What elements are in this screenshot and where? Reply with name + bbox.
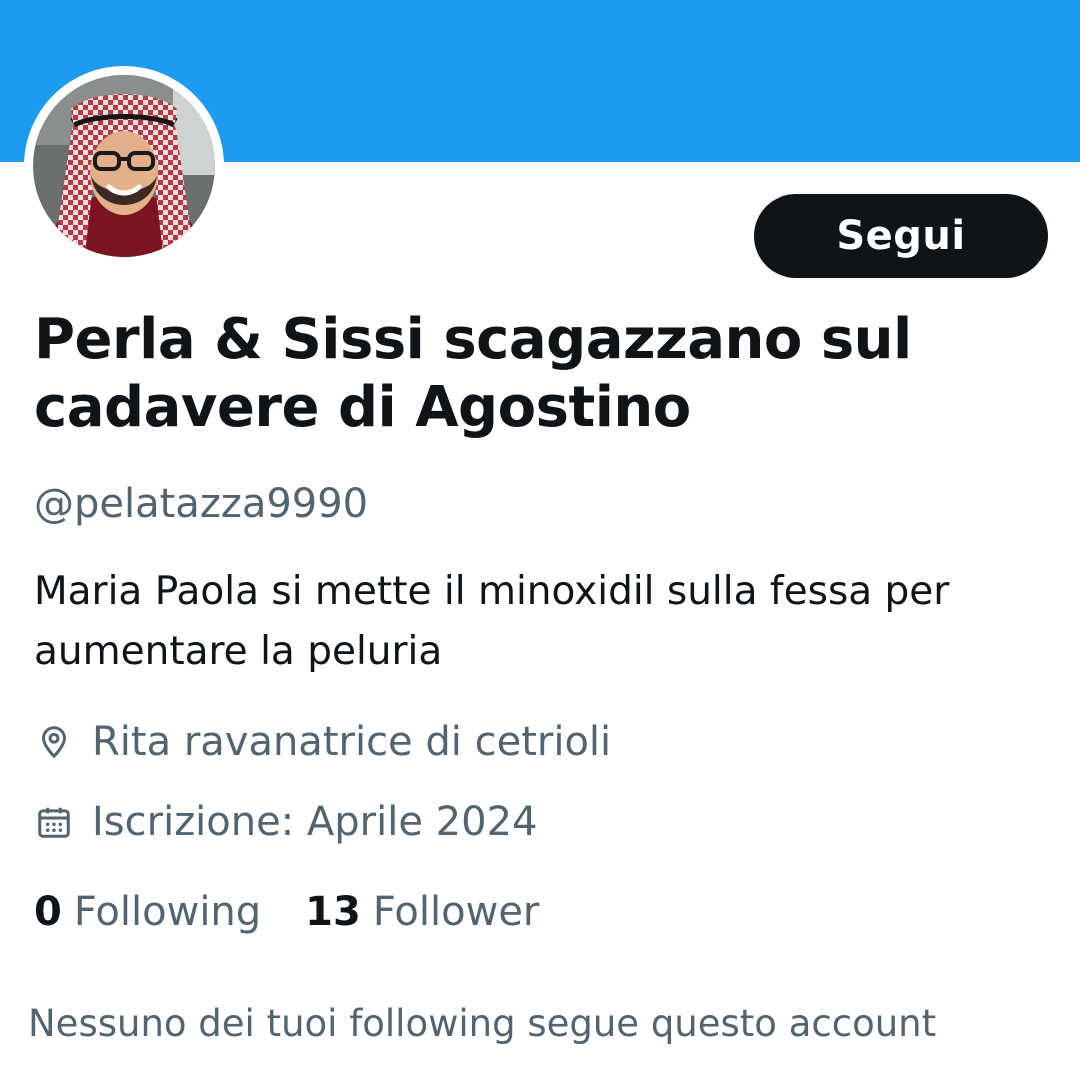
location-text: Rita ravanatrice di cetrioli: [92, 719, 612, 765]
followers-count: 13: [305, 889, 361, 935]
profile-stats: 0 Following 13 Follower: [34, 884, 539, 940]
display-name: Perla & Sissi scagazzano sul cadavere di…: [34, 307, 912, 440]
bio: Maria Paola si mette il minoxidil sulla …: [34, 569, 950, 674]
avatar-image: [33, 75, 215, 257]
location-row: Rita ravanatrice di cetrioli: [34, 716, 611, 768]
followers-label: Follower: [372, 889, 540, 935]
location-pin-icon: [34, 722, 74, 762]
following-count: 0: [34, 889, 62, 935]
follow-button[interactable]: Segui: [754, 194, 1048, 278]
following-link[interactable]: 0 Following: [34, 884, 261, 940]
avatar[interactable]: [24, 66, 224, 266]
calendar-icon: [34, 802, 74, 842]
followers-link[interactable]: 13 Follower: [305, 884, 539, 940]
joined-row: Iscrizione: Aprile 2024: [34, 796, 537, 848]
joined-text: Iscrizione: Aprile 2024: [92, 799, 538, 845]
following-label: Following: [73, 889, 262, 935]
handle: @pelatazza9990: [34, 481, 369, 527]
known-followers-note: Nessuno dei tuoi following segue questo …: [28, 1002, 937, 1045]
